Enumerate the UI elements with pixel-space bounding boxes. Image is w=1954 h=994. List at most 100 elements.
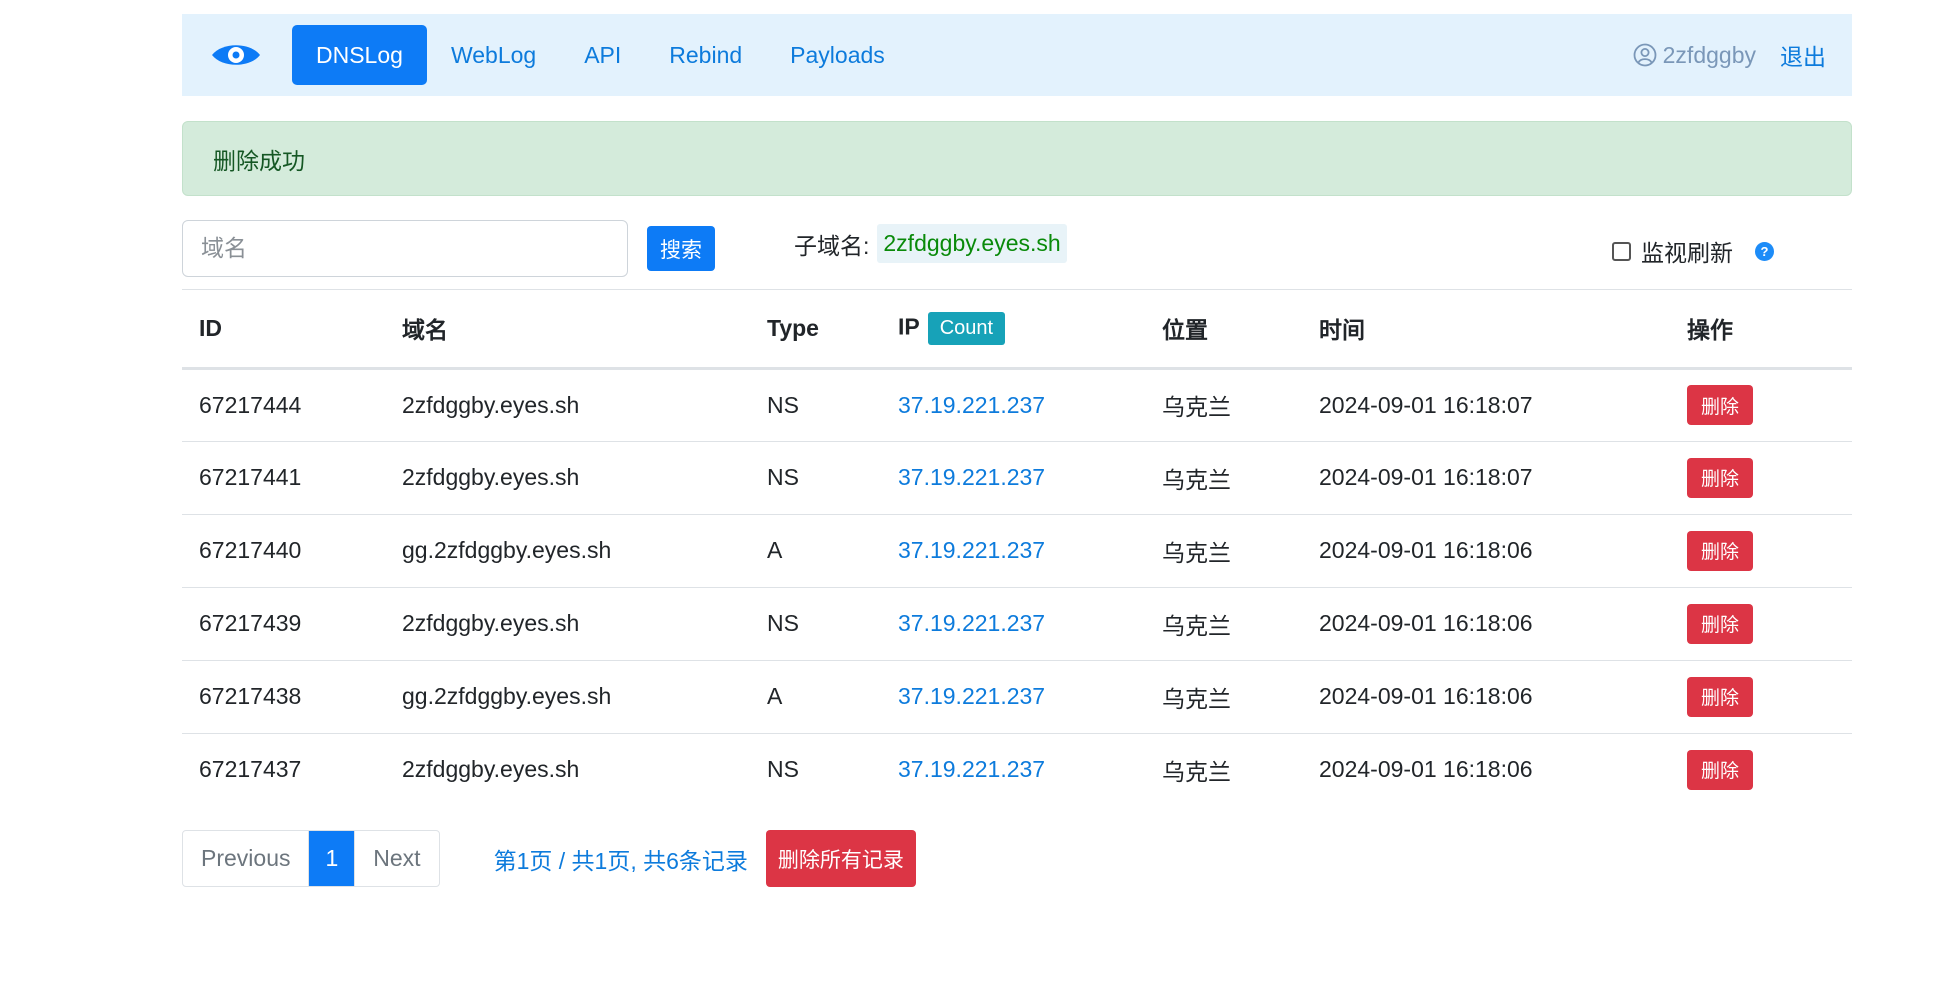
column-header-domain: 域名 [385,290,750,370]
subdomain-display: 子域名: 2zfdggby.eyes.sh [794,224,1067,263]
cell-type: NS [750,587,881,661]
table-row: 67217444 2zfdggby.eyes.sh NS 37.19.221.2… [182,368,1852,442]
cell-time: 2024-09-01 16:18:06 [1302,660,1670,734]
subdomain-value: 2zfdggby.eyes.sh [877,224,1067,263]
cell-action: 删除 [1670,733,1852,806]
nav-item-dnslog[interactable]: DNSLog [292,25,427,85]
search-row: 搜索 子域名: 2zfdggby.eyes.sh 监视刷新 ? [182,220,1852,278]
count-badge[interactable]: Count [927,311,1006,345]
cell-id: 67217438 [182,660,385,734]
cell-ip: 37.19.221.237 [881,660,1145,734]
monitor-refresh-label[interactable]: 监视刷新 [1641,234,1733,268]
cell-domain: gg.2zfdggby.eyes.sh [385,660,750,734]
nav-item-api[interactable]: API [560,25,645,85]
nav-menu: DNSLog WebLog API Rebind Payloads [292,25,909,85]
delete-row-button[interactable]: 删除 [1687,749,1753,790]
cell-location: 乌克兰 [1145,514,1302,588]
cell-ip: 37.19.221.237 [881,733,1145,806]
cell-type: NS [750,368,881,442]
ip-link[interactable]: 37.19.221.237 [898,683,1045,709]
eye-icon [212,45,260,65]
pagination-row: Previous 1 Next 第1页 / 共1页, 共6条记录 删除所有记录 [182,830,916,887]
cell-domain: 2zfdggby.eyes.sh [402,756,580,783]
logout-link[interactable]: 退出 [1780,38,1826,72]
cell-id: 67217440 [182,514,385,588]
cell-location: 乌克兰 [1145,587,1302,661]
delete-row-button[interactable]: 删除 [1687,385,1753,425]
column-header-action: 操作 [1670,290,1852,370]
cell-location: 乌克兰 [1145,368,1302,442]
nav-item-weblog[interactable]: WebLog [427,25,560,85]
subdomain-label: 子域名: [794,232,870,259]
cell-time: 2024-09-01 16:18:06 [1319,756,1533,783]
ip-link[interactable]: 37.19.221.237 [898,464,1045,490]
column-header-time: 时间 [1302,290,1670,370]
delete-row-button[interactable]: 删除 [1687,530,1753,571]
nav-user-area: 2zfdggby 退出 [1633,38,1832,72]
domain-search-input[interactable] [182,220,628,277]
cell-ip: 37.19.221.237 [881,587,1145,661]
cell-action: 删除 [1670,368,1852,442]
column-header-id: ID [182,290,385,370]
column-header-location: 位置 [1145,290,1302,370]
cell-id: 67217444 [182,368,385,442]
cell-domain: gg.2zfdggby.eyes.sh [385,514,750,588]
cell-time: 2024-09-01 16:18:07 [1302,441,1670,515]
cell-time: 2024-09-01 16:18:06 [1302,587,1670,661]
column-header-ip: IP Count [881,290,1145,370]
cell-type: NS [767,756,799,783]
user-info[interactable]: 2zfdggby [1633,42,1756,69]
cell-action: 删除 [1670,441,1852,515]
nav-item-payloads[interactable]: Payloads [766,25,909,85]
delete-row-button[interactable]: 删除 [1687,676,1753,717]
table-body: 67217444 2zfdggby.eyes.sh NS 37.19.221.2… [182,368,1852,806]
cell-id: 67217441 [182,441,385,515]
cell-type: A [750,660,881,734]
delete-row-button[interactable]: 删除 [1687,603,1753,644]
user-circle-icon [1633,43,1657,67]
monitor-refresh-checkbox[interactable] [1612,241,1631,261]
delete-all-records-button[interactable]: 删除所有记录 [765,830,916,887]
ip-link[interactable]: 37.19.221.237 [898,392,1045,418]
page-info: 第1页 / 共1页, 共6条记录 [493,847,748,874]
table-row: 67217440 gg.2zfdggby.eyes.sh A 37.19.221… [182,514,1852,588]
dns-records-table: ID 域名 Type IP Count 位置 时间 操作 67217444 2zf… [182,290,1852,806]
cell-action: 删除 [1670,514,1852,588]
ip-link[interactable]: 37.19.221.237 [898,537,1045,563]
monitor-refresh: 监视刷新 ? [1612,234,1774,268]
previous-page-button[interactable]: Previous [183,831,310,886]
ip-link[interactable]: 37.19.221.237 [898,610,1045,636]
cell-location: 乌克兰 [1145,441,1302,515]
alert-message: 删除成功 [213,147,305,174]
username: 2zfdggby [1662,41,1756,68]
pagination: Previous 1 Next [182,830,440,887]
delete-row-button[interactable]: 删除 [1687,457,1753,498]
next-page-button[interactable]: Next [355,831,438,886]
success-alert: 删除成功 [182,121,1852,196]
column-header-ip-label: IP [898,313,920,340]
cell-id: 67217439 [182,587,385,661]
ip-link[interactable]: 37.19.221.237 [898,756,1045,782]
table-row: 67217438 gg.2zfdggby.eyes.sh A 37.19.221… [182,660,1852,734]
cell-domain: 2zfdggby.eyes.sh [385,587,750,661]
brand-logo[interactable] [202,14,292,96]
dns-records-table-wrapper: ID 域名 Type IP Count 位置 时间 操作 67217444 2zf… [182,289,1852,806]
table-header-row: ID 域名 Type IP Count 位置 时间 操作 [182,290,1852,370]
cell-type: A [750,514,881,588]
table-row: 67217439 2zfdggby.eyes.sh NS 37.19.221.2… [182,587,1852,661]
column-header-type: Type [750,290,881,370]
cell-id: 67217437 [199,756,302,783]
help-icon[interactable]: ? [1755,241,1774,261]
cell-location: 乌克兰 [1162,758,1231,785]
table-row: 67217441 2zfdggby.eyes.sh NS 37.19.221.2… [182,441,1852,515]
cell-action: 删除 [1670,587,1852,661]
table-row: 67217437 2zfdggby.eyes.sh NS 37.19.221.2… [182,733,1852,806]
search-button[interactable]: 搜索 [647,226,715,271]
navbar: DNSLog WebLog API Rebind Payloads 2zfdgg… [182,14,1852,96]
cell-ip: 37.19.221.237 [881,368,1145,442]
cell-domain: 2zfdggby.eyes.sh [385,441,750,515]
page-number-button[interactable]: 1 [309,831,356,886]
nav-item-rebind[interactable]: Rebind [645,25,766,85]
cell-domain: 2zfdggby.eyes.sh [385,368,750,442]
cell-time: 2024-09-01 16:18:07 [1302,368,1670,442]
